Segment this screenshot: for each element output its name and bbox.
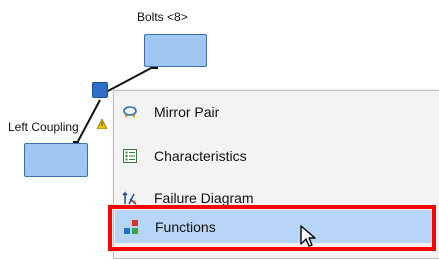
characteristics-icon: [123, 148, 137, 163]
mirror-pair-icon: [123, 105, 137, 118]
menu-item-label: Failure Diagram: [154, 189, 254, 206]
menu-item-label: Characteristics: [154, 147, 247, 164]
menu-item-characteristics[interactable]: Characteristics: [114, 139, 436, 172]
menu-item-label: Mirror Pair: [154, 103, 220, 120]
warning-icon: [97, 119, 107, 129]
highlight-rectangle: [108, 205, 436, 251]
menu-item-mirror-pair[interactable]: Mirror Pair: [114, 95, 436, 128]
left-block[interactable]: [24, 143, 88, 177]
top-block[interactable]: [144, 34, 207, 67]
top-block-label: Bolts <8>: [137, 10, 188, 24]
left-block-label: Left Coupling: [8, 120, 79, 134]
failure-diagram-icon: [122, 190, 137, 205]
selected-node-handle[interactable]: [92, 82, 108, 98]
mouse-cursor-icon: [300, 225, 316, 247]
